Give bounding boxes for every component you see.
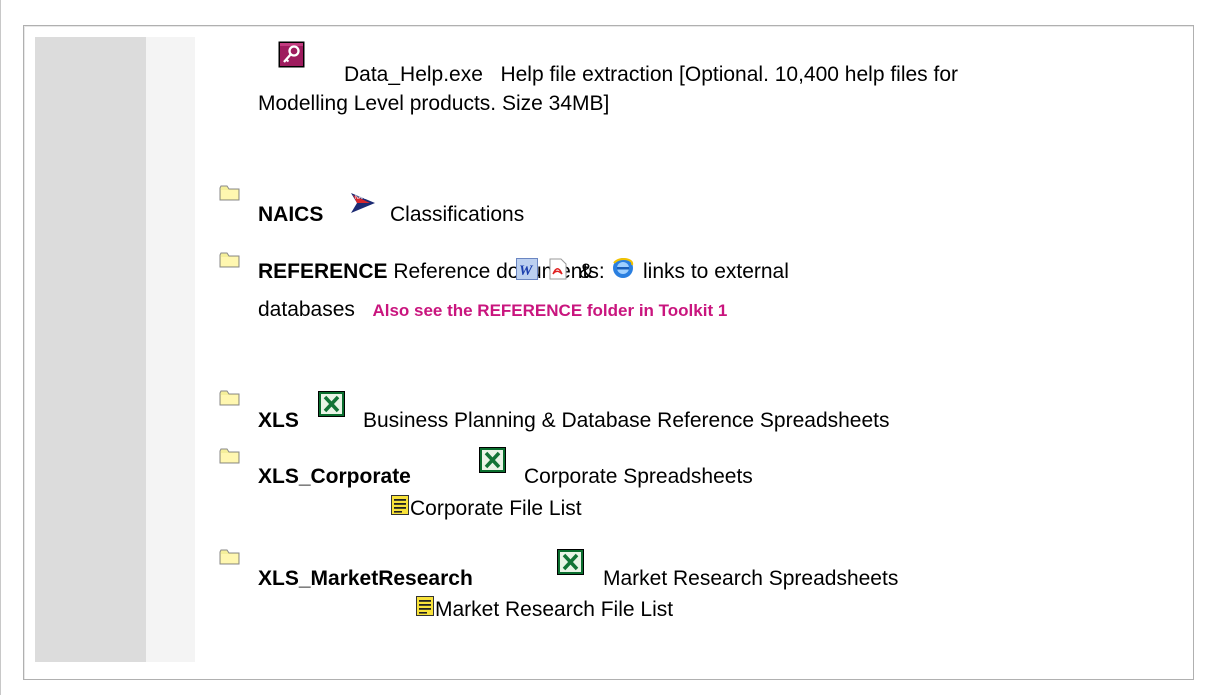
corporate-file-list-link[interactable]: Corporate File List: [410, 497, 582, 521]
word-doc-icon: W: [516, 258, 538, 280]
text-file-icon: [416, 596, 434, 616]
folder-icon[interactable]: [219, 548, 240, 566]
naics-description: Classifications: [390, 203, 525, 226]
reference-note[interactable]: Also see the REFERENCE folder in Toolkit…: [372, 301, 727, 320]
data-help-line-1: Data_Help.exe Help file extraction [Opti…: [344, 63, 958, 87]
xls-corporate-description: Corporate Spreadsheets: [524, 465, 753, 488]
market-research-file-list-link[interactable]: Market Research File List: [435, 598, 673, 622]
xls-corporate-folder-name[interactable]: XLS_Corporate: [258, 465, 411, 489]
key-exe-icon[interactable]: [278, 41, 305, 68]
xls-market-folder-name[interactable]: XLS_MarketResearch: [258, 567, 473, 591]
data-help-line-2: Modelling Level products. Size 34MB]: [258, 92, 610, 115]
reference-line-2: databases Also see the REFERENCE folder …: [258, 298, 727, 323]
naics-folder-name[interactable]: NAICS: [258, 203, 323, 227]
excel-icon: [479, 447, 506, 473]
folder-icon[interactable]: [219, 251, 240, 269]
pdf-doc-icon: [549, 258, 567, 280]
data-help-filename[interactable]: Data_Help.exe: [344, 63, 483, 86]
left-rule: [0, 0, 1, 695]
svg-text:NAICS: NAICS: [355, 195, 371, 201]
svg-text:W: W: [519, 263, 534, 279]
folder-icon[interactable]: [219, 447, 240, 465]
naics-logo-icon: NAICS: [351, 193, 375, 213]
folder-icon[interactable]: [219, 184, 240, 202]
folder-icon[interactable]: [219, 389, 240, 407]
xls-folder-name[interactable]: XLS: [258, 409, 299, 433]
text-file-icon: [391, 495, 409, 515]
data-help-description: Help file extraction [Optional. 10,400 h…: [500, 63, 959, 86]
reference-folder-name[interactable]: REFERENCE: [258, 260, 388, 283]
xls-description: Business Planning & Database Reference S…: [363, 409, 890, 432]
reference-description: Reference documents:: [393, 260, 605, 283]
excel-icon: [318, 391, 345, 417]
excel-icon: [557, 549, 584, 575]
reference-ampersand: &: [579, 260, 594, 283]
xls-market-description: Market Research Spreadsheets: [603, 567, 899, 590]
ie-browser-icon: [613, 257, 634, 278]
reference-description-cont: links to external: [643, 260, 789, 283]
left-sidebar-column: [35, 37, 146, 662]
reference-description-line2: databases: [258, 298, 355, 321]
